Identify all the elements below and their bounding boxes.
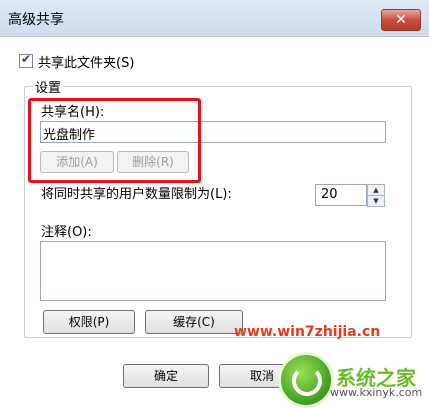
- highlight-box: [28, 98, 201, 183]
- share-folder-checkbox[interactable]: ✔: [19, 52, 33, 68]
- share-folder-label: 共享此文件夹(S): [38, 56, 135, 71]
- caching-button[interactable]: 缓存(C): [145, 310, 243, 334]
- user-limit-value: 20: [321, 187, 338, 202]
- watermark-site: www.win7zhijia.cn: [234, 324, 381, 340]
- triangle-down-icon: ▼: [373, 197, 379, 205]
- triangle-up-icon: ▲: [373, 186, 379, 194]
- settings-group-title: 设置: [33, 77, 64, 96]
- user-limit-input[interactable]: 20: [315, 184, 367, 206]
- ok-button[interactable]: 确定: [123, 364, 209, 388]
- comment-label: 注释(O):: [41, 225, 92, 240]
- window-title: 高级共享: [8, 12, 64, 28]
- power-icon: [292, 366, 322, 396]
- permissions-button[interactable]: 权限(P): [43, 310, 135, 334]
- watermark-url: www.kxinyk.com: [330, 386, 423, 399]
- watermark-logo: [278, 352, 334, 408]
- comment-textarea[interactable]: [40, 241, 386, 301]
- spin-down-button[interactable]: ▼: [367, 195, 385, 207]
- user-limit-label: 将同时共享的用户数量限制为(L):: [41, 187, 232, 202]
- title-bar: 高级共享 ✕: [0, 0, 429, 37]
- close-icon: ✕: [395, 12, 407, 28]
- close-button[interactable]: ✕: [381, 9, 421, 31]
- checkmark-icon: ✔: [20, 52, 32, 66]
